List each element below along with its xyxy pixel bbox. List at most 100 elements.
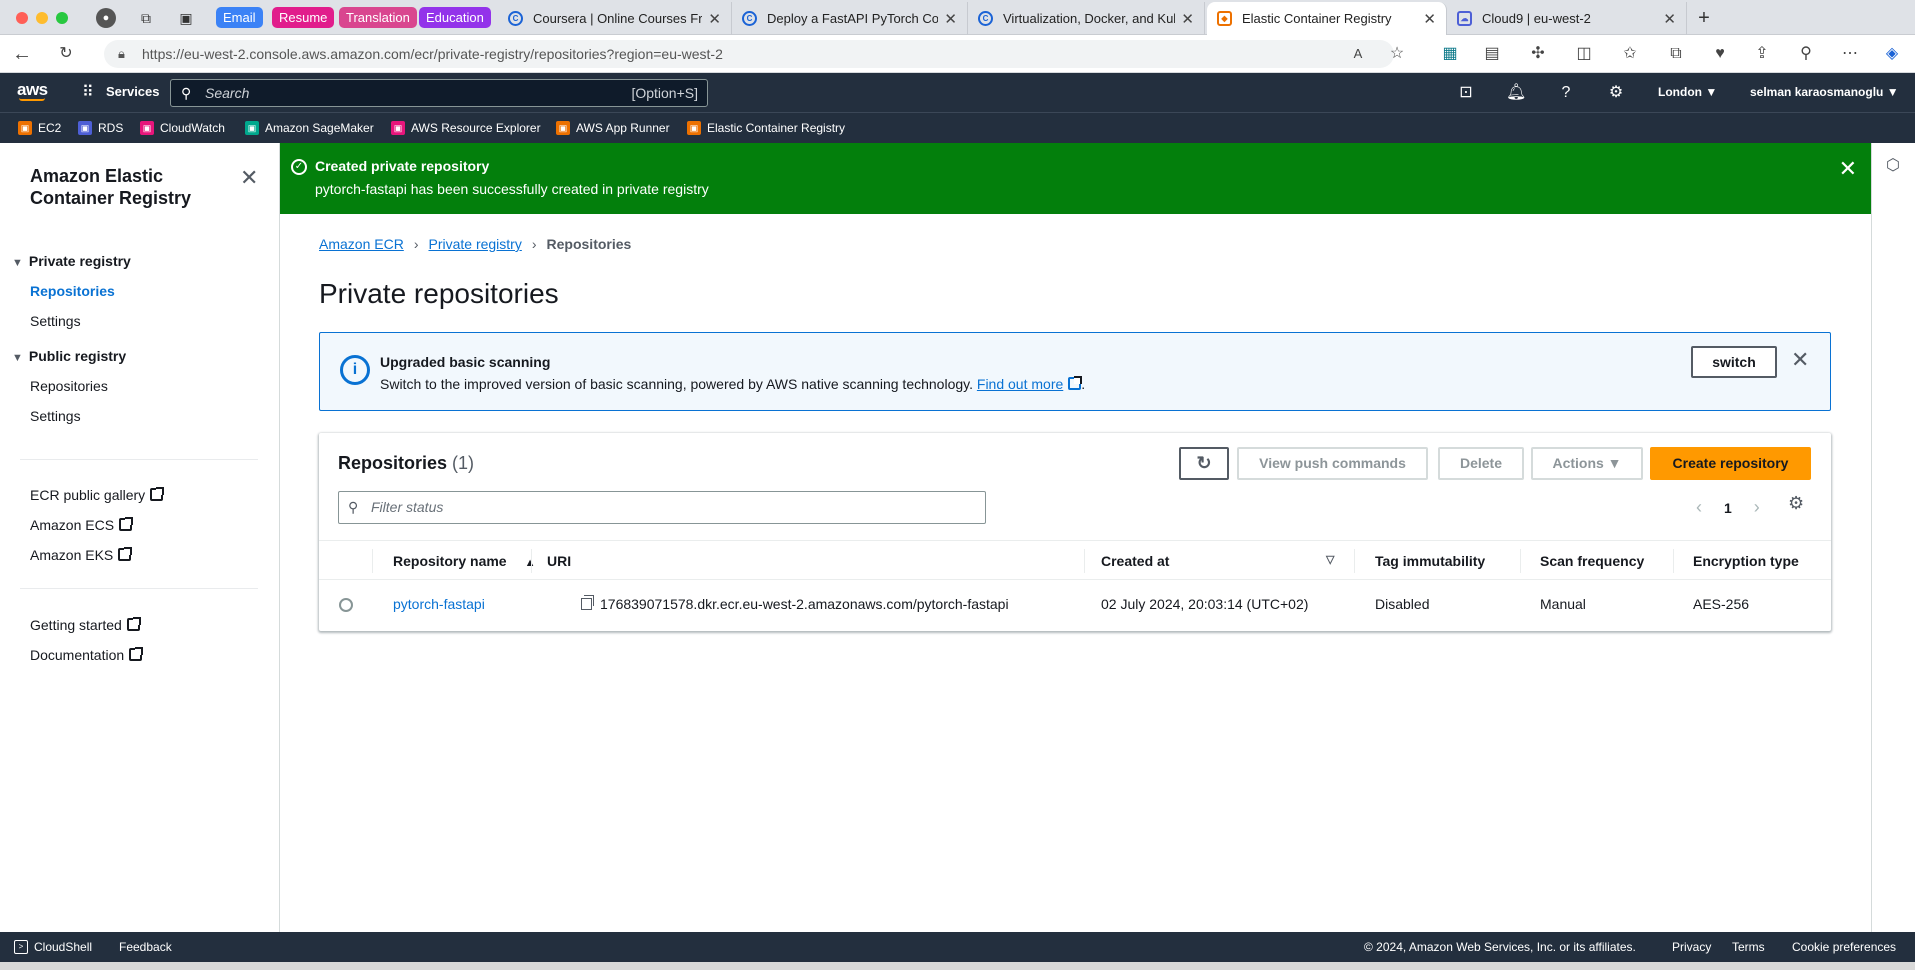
sidebar-link-amazon-eks[interactable]: Amazon EKS [30, 547, 133, 563]
favorite-sagemaker[interactable]: ▣ Amazon SageMaker [245, 121, 374, 135]
privacy-link[interactable]: Privacy [1672, 940, 1711, 954]
split-screen-icon[interactable]: ◫ [1574, 44, 1594, 64]
feedback-link[interactable]: Feedback [119, 940, 172, 954]
url-field[interactable]: 🔒︎ https://eu-west-2.console.aws.amazon.… [104, 40, 1394, 68]
dismiss-info-icon[interactable]: ✕ [1791, 347, 1809, 373]
sidebar-item-private-repositories[interactable]: Repositories [30, 283, 115, 299]
close-tab-icon[interactable]: ✕ [708, 10, 721, 28]
terms-link[interactable]: Terms [1732, 940, 1765, 954]
tab-group-translation[interactable]: Translation [339, 7, 417, 28]
browser-tab-cloud9[interactable]: ☁ Cloud9 | eu-west-2 ✕ [1447, 2, 1687, 35]
close-tab-icon[interactable]: ✕ [1181, 10, 1194, 28]
close-tab-icon[interactable]: ✕ [1663, 10, 1676, 28]
more-menu-icon[interactable]: ⋯ [1840, 44, 1860, 64]
browser-tab-virtualization[interactable]: C Virtualization, Docker, and Kub ✕ [968, 2, 1205, 35]
breadcrumb-private-registry[interactable]: Private registry [428, 236, 521, 252]
sidebar-item-public-settings[interactable]: Settings [30, 408, 81, 424]
new-tab-icon[interactable]: + [1694, 7, 1714, 29]
reading-list-icon[interactable]: ▤ [1482, 44, 1502, 64]
copilot-icon[interactable]: ◈ [1882, 44, 1902, 64]
sidebar-item-public-repositories[interactable]: Repositories [30, 378, 108, 394]
column-header-uri[interactable]: URI [547, 553, 571, 569]
column-header-repository-name[interactable]: Repository name▲ [393, 553, 535, 569]
tab-group-email[interactable]: Email [216, 7, 263, 28]
favorite-rds[interactable]: ▣ RDS [78, 121, 123, 135]
favorites-icon[interactable]: ✩ [1620, 44, 1640, 64]
browser-tab-coursera[interactable]: C Coursera | Online Courses From ✕ [498, 2, 732, 35]
breadcrumb-amazon-ecr[interactable]: Amazon ECR [319, 236, 404, 252]
browser-tab-ecr[interactable]: ◆ Elastic Container Registry ✕ [1207, 2, 1447, 35]
view-push-commands-button[interactable]: View push commands [1237, 447, 1428, 480]
dismiss-flash-icon[interactable]: ✕ [1839, 156, 1857, 182]
reload-icon[interactable]: ↻ [56, 44, 76, 64]
favorite-resource-explorer[interactable]: ▣ AWS Resource Explorer [391, 121, 541, 135]
account-menu[interactable]: selman karaosmanoglu ▼ [1750, 85, 1899, 99]
filter-status-input[interactable]: ⚲ Filter status [338, 491, 986, 524]
close-tab-icon[interactable]: ✕ [944, 10, 957, 28]
settings-gear-icon[interactable]: ⚙ [1606, 83, 1626, 103]
next-page-icon[interactable]: › [1754, 497, 1760, 518]
read-aloud-icon[interactable]: A [1348, 44, 1368, 64]
column-header-scan-frequency[interactable]: Scan frequency [1540, 553, 1644, 569]
notifications-bell-icon[interactable]: 🔔︎ [1506, 83, 1526, 103]
sidebar-link-documentation[interactable]: Documentation [30, 647, 144, 663]
sidebar-section-public-registry[interactable]: ▼ Public registry [12, 348, 126, 364]
tab-group-education[interactable]: Education [419, 7, 491, 28]
table-preferences-gear-icon[interactable]: ⚙ [1788, 493, 1804, 514]
sidebar-link-ecr-public-gallery[interactable]: ECR public gallery [30, 487, 165, 503]
collections-icon[interactable]: ⧉ [1666, 44, 1686, 64]
region-selector[interactable]: London ▼ [1658, 85, 1717, 99]
extension-icon[interactable]: ▦ [1440, 44, 1460, 64]
cloudshell-icon[interactable]: ⊡ [1456, 83, 1476, 103]
close-sidebar-icon[interactable]: ✕ [240, 165, 258, 191]
zoom-window-button[interactable] [56, 12, 68, 24]
refresh-button[interactable]: ↻ [1179, 447, 1229, 480]
sidebar-title[interactable]: Amazon Elastic Container Registry [30, 165, 240, 209]
switch-button[interactable]: switch [1691, 346, 1777, 378]
cookie-preferences-link[interactable]: Cookie preferences [1792, 940, 1896, 954]
favorite-app-runner[interactable]: ▣ AWS App Runner [556, 121, 670, 135]
delete-button[interactable]: Delete [1438, 447, 1524, 480]
column-header-created-at[interactable]: Created at [1101, 553, 1169, 569]
current-page-number[interactable]: 1 [1724, 500, 1732, 516]
browser-essentials-icon[interactable]: ♥ [1710, 44, 1730, 64]
tab-group-resume[interactable]: Resume [272, 7, 335, 28]
tab-actions-icon[interactable]: ▣ [176, 8, 196, 28]
profile-avatar-icon[interactable]: ● [96, 8, 116, 28]
services-search-input[interactable]: ⚲ Search [Option+S] [170, 79, 708, 107]
favorite-star-icon[interactable]: ☆ [1387, 44, 1407, 64]
column-header-tag-immutability[interactable]: Tag immutability [1375, 553, 1485, 569]
sidebar-section-private-registry[interactable]: ▼ Private registry [12, 253, 131, 269]
minimize-window-button[interactable] [36, 12, 48, 24]
column-header-encryption-type[interactable]: Encryption type [1693, 553, 1799, 569]
sidebar-link-amazon-ecs[interactable]: Amazon ECS [30, 517, 134, 533]
services-grid-icon[interactable]: ⠿ [82, 82, 94, 102]
sort-descending-icon[interactable]: ▽ [1326, 553, 1334, 566]
lock-icon[interactable]: 🔒︎ [118, 40, 125, 68]
browser-tab-deploy-fastapi[interactable]: C Deploy a FastAPI PyTorch Cont ✕ [732, 2, 968, 35]
actions-dropdown-button[interactable]: Actions ▼ [1531, 447, 1643, 480]
close-window-button[interactable] [16, 12, 28, 24]
tools-panel-icon[interactable]: ⬡ [1886, 155, 1900, 175]
help-icon[interactable]: ? [1556, 83, 1576, 103]
favorite-ecr[interactable]: ▣ Elastic Container Registry [687, 121, 845, 135]
find-out-more-link[interactable]: Find out more [977, 376, 1063, 392]
aws-logo[interactable]: aws [17, 80, 48, 100]
previous-page-icon[interactable]: ‹ [1696, 497, 1702, 518]
extensions-manager-icon[interactable]: ⚲ [1796, 44, 1816, 64]
services-menu-button[interactable]: Services [106, 84, 160, 99]
copy-icon[interactable] [581, 595, 594, 610]
create-repository-button[interactable]: Create repository [1650, 447, 1811, 480]
extensions-puzzle-icon[interactable]: ✣ [1528, 44, 1548, 64]
row-select-radio[interactable] [339, 598, 353, 612]
workspaces-icon[interactable]: ⧉ [136, 8, 156, 28]
sidebar-link-getting-started[interactable]: Getting started [30, 617, 141, 633]
share-icon[interactable]: ⇪ [1752, 44, 1772, 64]
repository-name-link[interactable]: pytorch-fastapi [393, 596, 485, 612]
cloudshell-footer-button[interactable]: > CloudShell [14, 940, 92, 954]
back-icon[interactable]: ← [12, 44, 32, 64]
sidebar-item-private-settings[interactable]: Settings [30, 313, 81, 329]
favorite-ec2[interactable]: ▣ EC2 [18, 121, 61, 135]
favorite-cloudwatch[interactable]: ▣ CloudWatch [140, 121, 225, 135]
close-tab-icon[interactable]: ✕ [1423, 10, 1436, 28]
